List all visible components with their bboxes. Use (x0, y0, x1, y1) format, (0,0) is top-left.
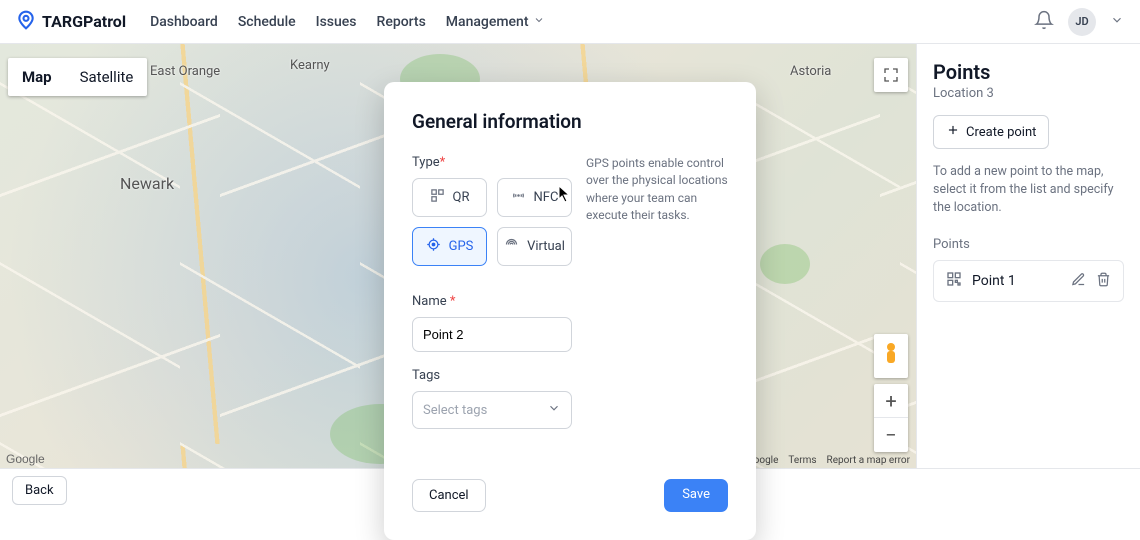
delete-icon[interactable] (1096, 272, 1111, 291)
point-actions (1071, 272, 1111, 291)
type-help-text: GPS points enable control over the physi… (586, 155, 728, 276)
type-gps-button[interactable]: GPS (412, 227, 487, 266)
gps-icon (426, 237, 441, 256)
qr-icon (946, 271, 962, 291)
main-nav: Dashboard Schedule Issues Reports Manage… (150, 14, 544, 30)
nfc-icon (511, 188, 526, 207)
name-label-text: Name (412, 294, 447, 309)
tags-select[interactable]: Select tags (412, 391, 572, 429)
street-view-pegman[interactable] (874, 334, 908, 378)
nav-reports[interactable]: Reports (377, 14, 426, 30)
map-city-label: Newark (120, 174, 174, 193)
point-name: Point 1 (972, 273, 1016, 289)
save-button[interactable]: Save (664, 479, 728, 512)
type-nfc-label: NFC (534, 190, 559, 205)
user-menu-chevron-icon[interactable] (1110, 13, 1124, 31)
nav-management[interactable]: Management (446, 14, 545, 30)
points-list-label: Points (933, 237, 1124, 252)
nav-dashboard[interactable]: Dashboard (150, 14, 218, 30)
required-asterisk: * (450, 294, 456, 309)
type-nfc-button[interactable]: NFC (497, 178, 572, 217)
type-virtual-button[interactable]: Virtual (497, 227, 572, 266)
user-avatar[interactable]: JD (1068, 8, 1096, 36)
points-panel: Points Location 3 Create point To add a … (916, 44, 1140, 468)
type-field-label: Type* (412, 155, 572, 170)
cancel-button[interactable]: Cancel (412, 479, 486, 512)
zoom-in-button[interactable]: + (874, 384, 908, 418)
modal-title: General information (412, 110, 728, 133)
map-type-toggle: Map Satellite (8, 58, 147, 96)
point-list-item[interactable]: Point 1 (933, 260, 1124, 302)
panel-subtitle: Location 3 (933, 86, 1124, 101)
nav-issues[interactable]: Issues (316, 14, 357, 30)
map-city-label: Kearny (290, 58, 330, 73)
app-header: TARGPatrol Dashboard Schedule Issues Rep… (0, 0, 1140, 44)
zoom-controls: + − (874, 384, 908, 452)
map-type-satellite[interactable]: Satellite (66, 58, 148, 96)
edit-icon[interactable] (1071, 272, 1086, 291)
nav-schedule[interactable]: Schedule (238, 14, 296, 30)
zoom-out-button[interactable]: − (874, 418, 908, 452)
panel-help-text: To add a new point to the map, select it… (933, 163, 1124, 217)
map-type-map[interactable]: Map (8, 58, 66, 96)
brand-text: TARGPatrol (42, 12, 126, 31)
qr-icon (430, 188, 445, 207)
nav-management-label: Management (446, 14, 529, 30)
plus-icon (946, 123, 960, 141)
required-asterisk: * (440, 155, 446, 170)
chevron-down-icon (547, 401, 561, 419)
tags-field-label: Tags (412, 368, 728, 383)
map-park (760, 244, 810, 284)
create-point-button[interactable]: Create point (933, 115, 1049, 149)
report-error-link[interactable]: Report a map error (827, 455, 910, 466)
tags-placeholder: Select tags (423, 403, 487, 418)
fullscreen-button[interactable] (874, 58, 908, 92)
create-point-label: Create point (966, 125, 1036, 140)
type-qr-button[interactable]: QR (412, 178, 487, 217)
type-gps-label: GPS (449, 239, 474, 254)
panel-title: Points (933, 60, 1124, 84)
logo-pin-icon (16, 10, 36, 34)
back-button[interactable]: Back (12, 476, 67, 505)
brand-logo[interactable]: TARGPatrol (16, 10, 126, 34)
map-city-label: East Orange (150, 64, 220, 79)
name-field-label: Name * (412, 294, 728, 309)
name-input[interactable] (412, 317, 572, 352)
header-right: JD (1034, 8, 1124, 36)
type-label-text: Type (412, 155, 440, 170)
google-logo: Google (6, 452, 45, 466)
chevron-down-icon (533, 14, 545, 30)
virtual-icon (504, 237, 519, 256)
bell-icon[interactable] (1034, 10, 1054, 34)
type-qr-label: QR (453, 190, 470, 205)
map-city-label: Astoria (790, 64, 831, 79)
terms-link[interactable]: Terms (788, 455, 816, 466)
type-virtual-label: Virtual (527, 239, 565, 254)
general-information-modal: General information Type* QR NFC (384, 82, 756, 540)
